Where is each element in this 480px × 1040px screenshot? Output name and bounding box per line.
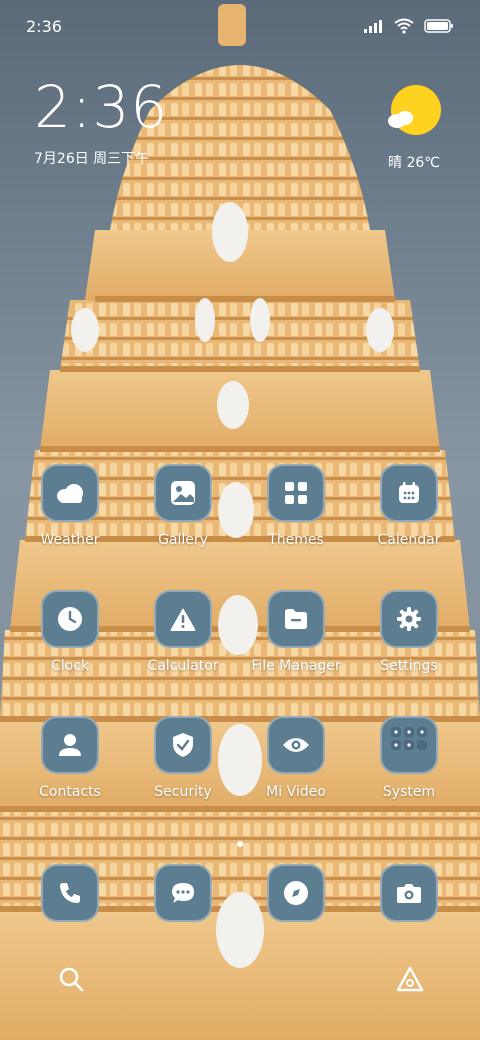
battery-icon <box>424 19 453 33</box>
video-icon <box>283 738 309 752</box>
app-security[interactable]: Security <box>123 716 243 800</box>
app-label: File Manager <box>251 658 341 674</box>
status-bar: 2:36 <box>0 0 480 52</box>
folder-icon <box>391 727 427 750</box>
dock-phone[interactable] <box>10 864 130 922</box>
app-label: System <box>382 784 436 800</box>
app-calculator[interactable]: Calculator <box>123 590 243 674</box>
app-tile <box>154 864 212 922</box>
app-label: Clock <box>50 658 90 674</box>
clock-icon <box>58 607 82 631</box>
app-tile <box>41 864 99 922</box>
sunny-icon <box>388 85 441 135</box>
app-settings[interactable]: Settings <box>349 590 469 674</box>
app-tile <box>380 864 438 922</box>
app-system-folder[interactable]: System <box>349 716 469 800</box>
app-label: Weather <box>40 532 100 548</box>
settings-icon <box>397 607 421 631</box>
calculator-icon <box>170 608 196 631</box>
app-tile <box>267 464 325 522</box>
dock-messages[interactable] <box>123 864 243 922</box>
app-tile <box>41 590 99 648</box>
gallery-icon <box>171 481 195 505</box>
app-calendar[interactable]: Calendar <box>349 464 469 548</box>
wifi-icon <box>394 18 414 34</box>
assistant-icon[interactable] <box>396 966 424 992</box>
app-contacts[interactable]: Contacts <box>10 716 130 800</box>
status-icons <box>364 18 454 34</box>
contacts-icon <box>59 734 81 756</box>
app-tile <box>154 716 212 774</box>
clock-widget[interactable]: 2:36 7月26日 周三下午 <box>34 78 168 168</box>
app-tile <box>267 590 325 648</box>
status-time: 2:36 <box>26 16 62 36</box>
app-label: Gallery <box>158 532 208 548</box>
page-indicator <box>0 832 480 851</box>
signal-icon <box>364 20 382 33</box>
app-clock[interactable]: Clock <box>10 590 130 674</box>
app-tile <box>380 716 438 774</box>
page-dot-active <box>237 841 243 847</box>
phone-icon <box>60 883 80 903</box>
app-themes[interactable]: Themes <box>236 464 356 548</box>
calendar-icon <box>399 482 419 503</box>
app-label: Settings <box>380 658 438 674</box>
file-manager-icon <box>285 609 307 629</box>
search-icon[interactable] <box>58 966 84 992</box>
messages-icon <box>172 883 194 903</box>
app-label: Mi Video <box>266 784 326 800</box>
dock-browser[interactable] <box>236 864 356 922</box>
app-tile <box>41 716 99 774</box>
themes-icon <box>285 482 307 504</box>
app-tile <box>41 464 99 522</box>
app-label: Security <box>154 784 212 800</box>
app-tile <box>267 864 325 922</box>
app-tile <box>154 464 212 522</box>
camera-icon <box>397 884 421 903</box>
weather-label: 晴 26℃ <box>388 155 440 171</box>
app-gallery[interactable]: Gallery <box>123 464 243 548</box>
app-tile <box>154 590 212 648</box>
app-file-manager[interactable]: File Manager <box>236 590 356 674</box>
security-icon <box>173 733 193 757</box>
app-label: Themes <box>268 532 324 548</box>
app-label: Contacts <box>39 784 101 800</box>
app-weather[interactable]: Weather <box>10 464 130 548</box>
app-tile <box>380 590 438 648</box>
browser-icon <box>284 881 308 905</box>
app-tile <box>380 464 438 522</box>
app-tile <box>267 716 325 774</box>
clock-date: 7月26日 周三下午 <box>34 151 150 167</box>
app-label: Calendar <box>377 532 441 548</box>
weather-widget[interactable]: 晴 26℃ <box>384 84 444 172</box>
clock-time: 2:36 <box>34 73 169 141</box>
dock-camera[interactable] <box>349 864 469 922</box>
app-mi-video[interactable]: Mi Video <box>236 716 356 800</box>
app-label: Calculator <box>147 658 219 674</box>
weather-icon <box>57 484 83 503</box>
